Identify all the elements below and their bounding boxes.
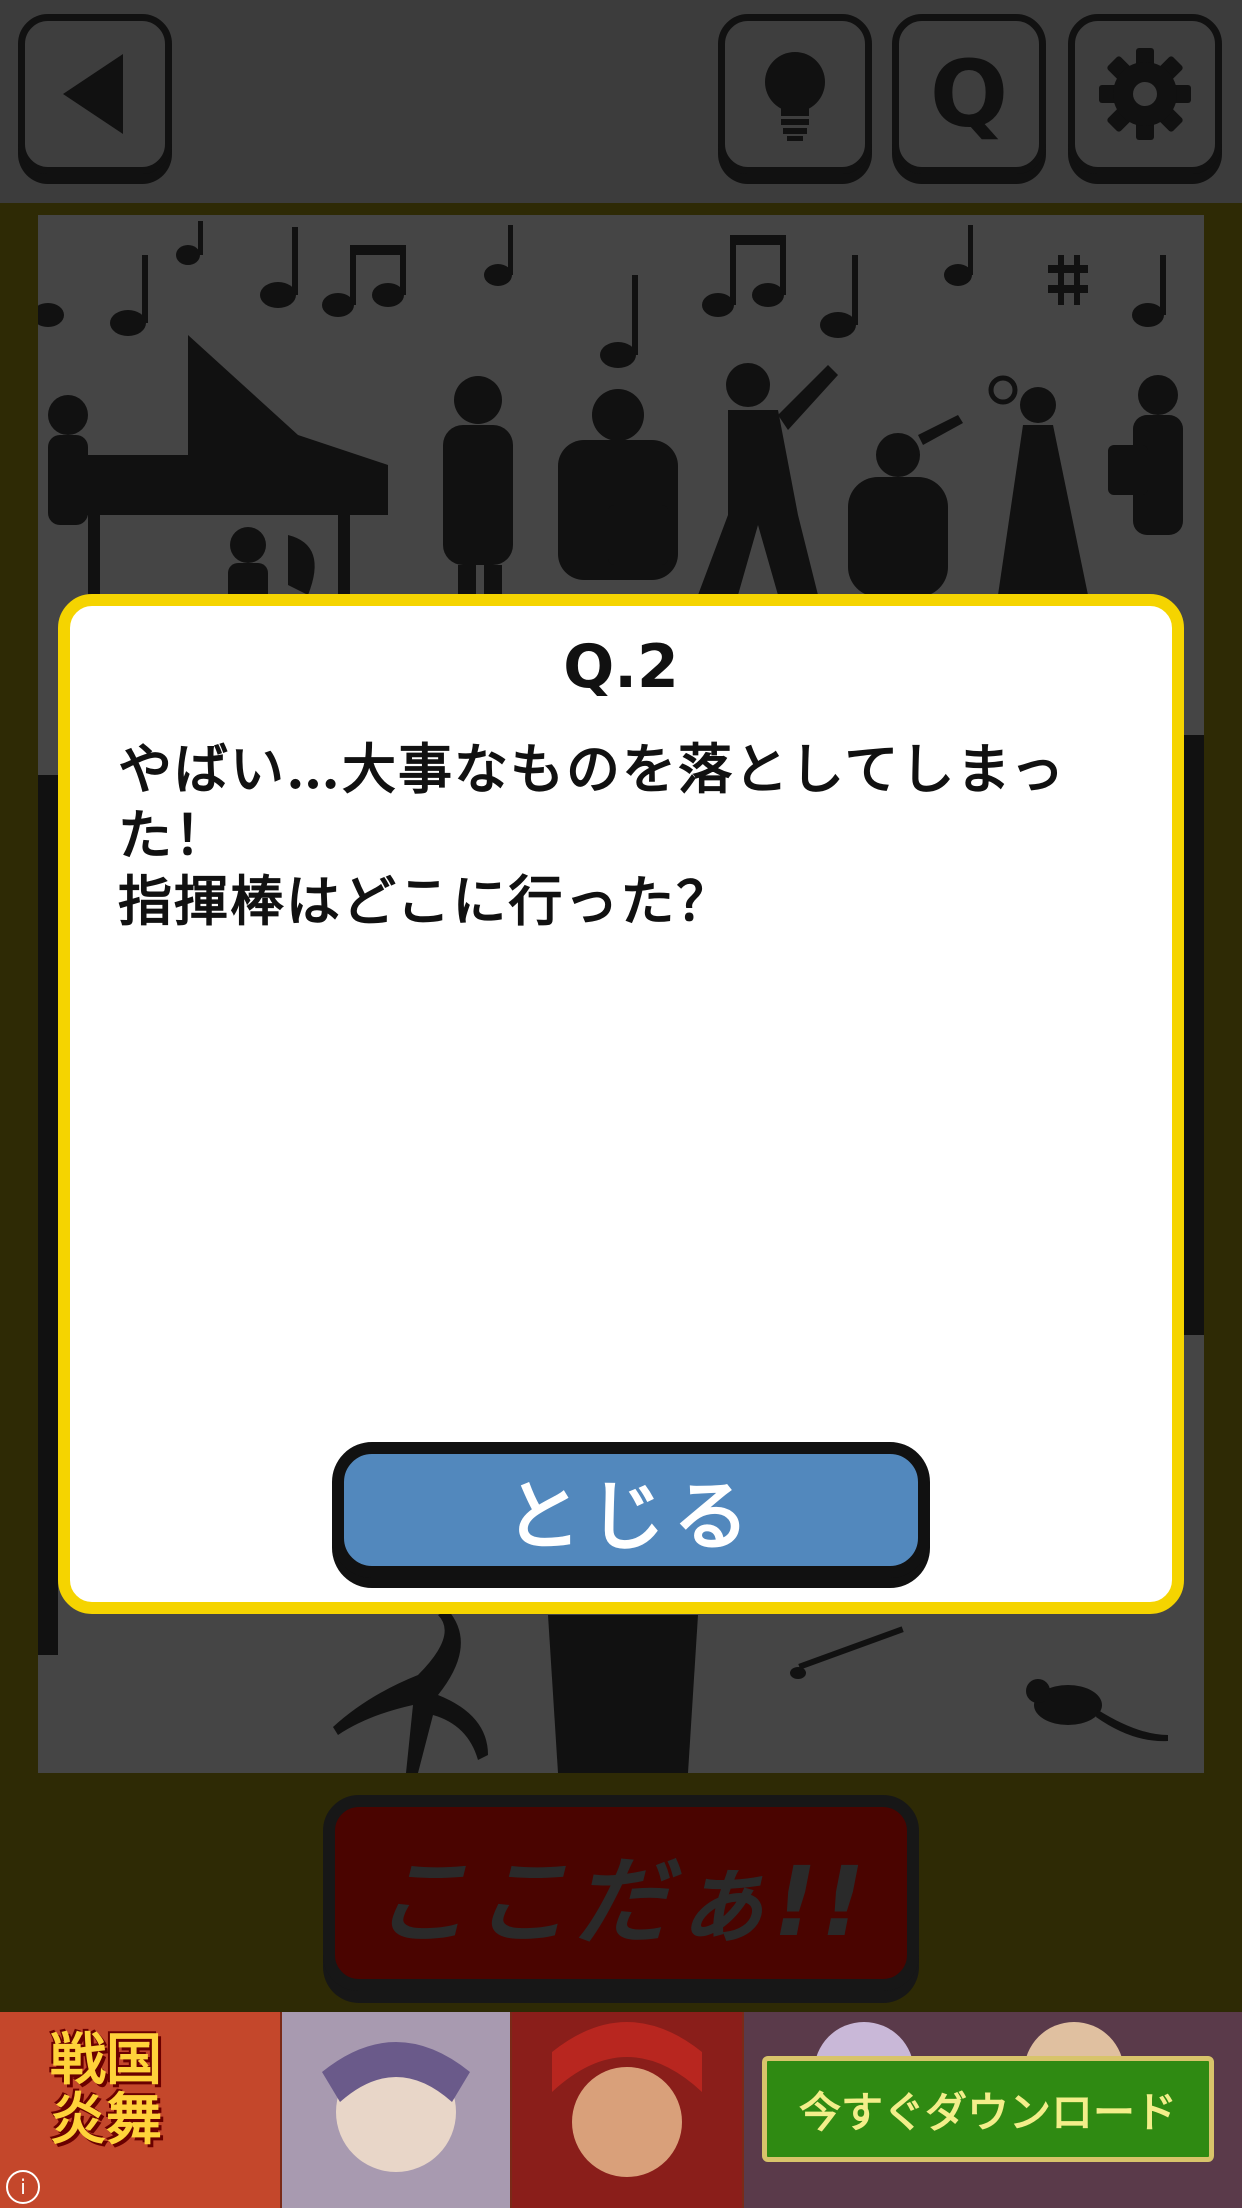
back-button[interactable] bbox=[18, 14, 172, 174]
question-list-button[interactable]: Q bbox=[892, 14, 1046, 174]
svg-text:Q: Q bbox=[930, 44, 1008, 144]
question-number: Q.2 bbox=[563, 632, 679, 702]
top-toolbar: Q bbox=[0, 0, 1242, 203]
question-text: やばい…大事なものを落としてしまった！ 指揮棒はどこに行った？ bbox=[118, 737, 1067, 933]
close-button[interactable]: とじる bbox=[332, 1442, 930, 1578]
back-arrow-icon bbox=[63, 54, 123, 134]
gear-icon bbox=[1099, 48, 1191, 140]
ad-banner[interactable]: 戦国炎舞 今すぐダウンロード i bbox=[0, 2012, 1242, 2208]
download-button[interactable]: 今すぐダウンロード bbox=[762, 2056, 1214, 2162]
ad-character-image bbox=[282, 2012, 510, 2208]
question-q-icon: Q bbox=[930, 44, 1008, 144]
settings-button[interactable] bbox=[1068, 14, 1222, 174]
hint-button[interactable] bbox=[718, 14, 872, 174]
answer-button[interactable]: ここだぁ!! bbox=[323, 1795, 919, 1991]
lightbulb-icon bbox=[765, 52, 825, 141]
music-note-icon bbox=[38, 221, 1166, 368]
ad-character-image bbox=[512, 2012, 742, 2208]
ad-logo-text: 戦国炎舞 bbox=[50, 2027, 162, 2153]
ad-logo-panel: 戦国炎舞 bbox=[0, 2012, 280, 2208]
ad-info-icon[interactable]: i bbox=[6, 2170, 40, 2204]
question-modal: Q.2 やばい…大事なものを落としてしまった！ 指揮棒はどこに行った？ とじる bbox=[58, 594, 1184, 1614]
